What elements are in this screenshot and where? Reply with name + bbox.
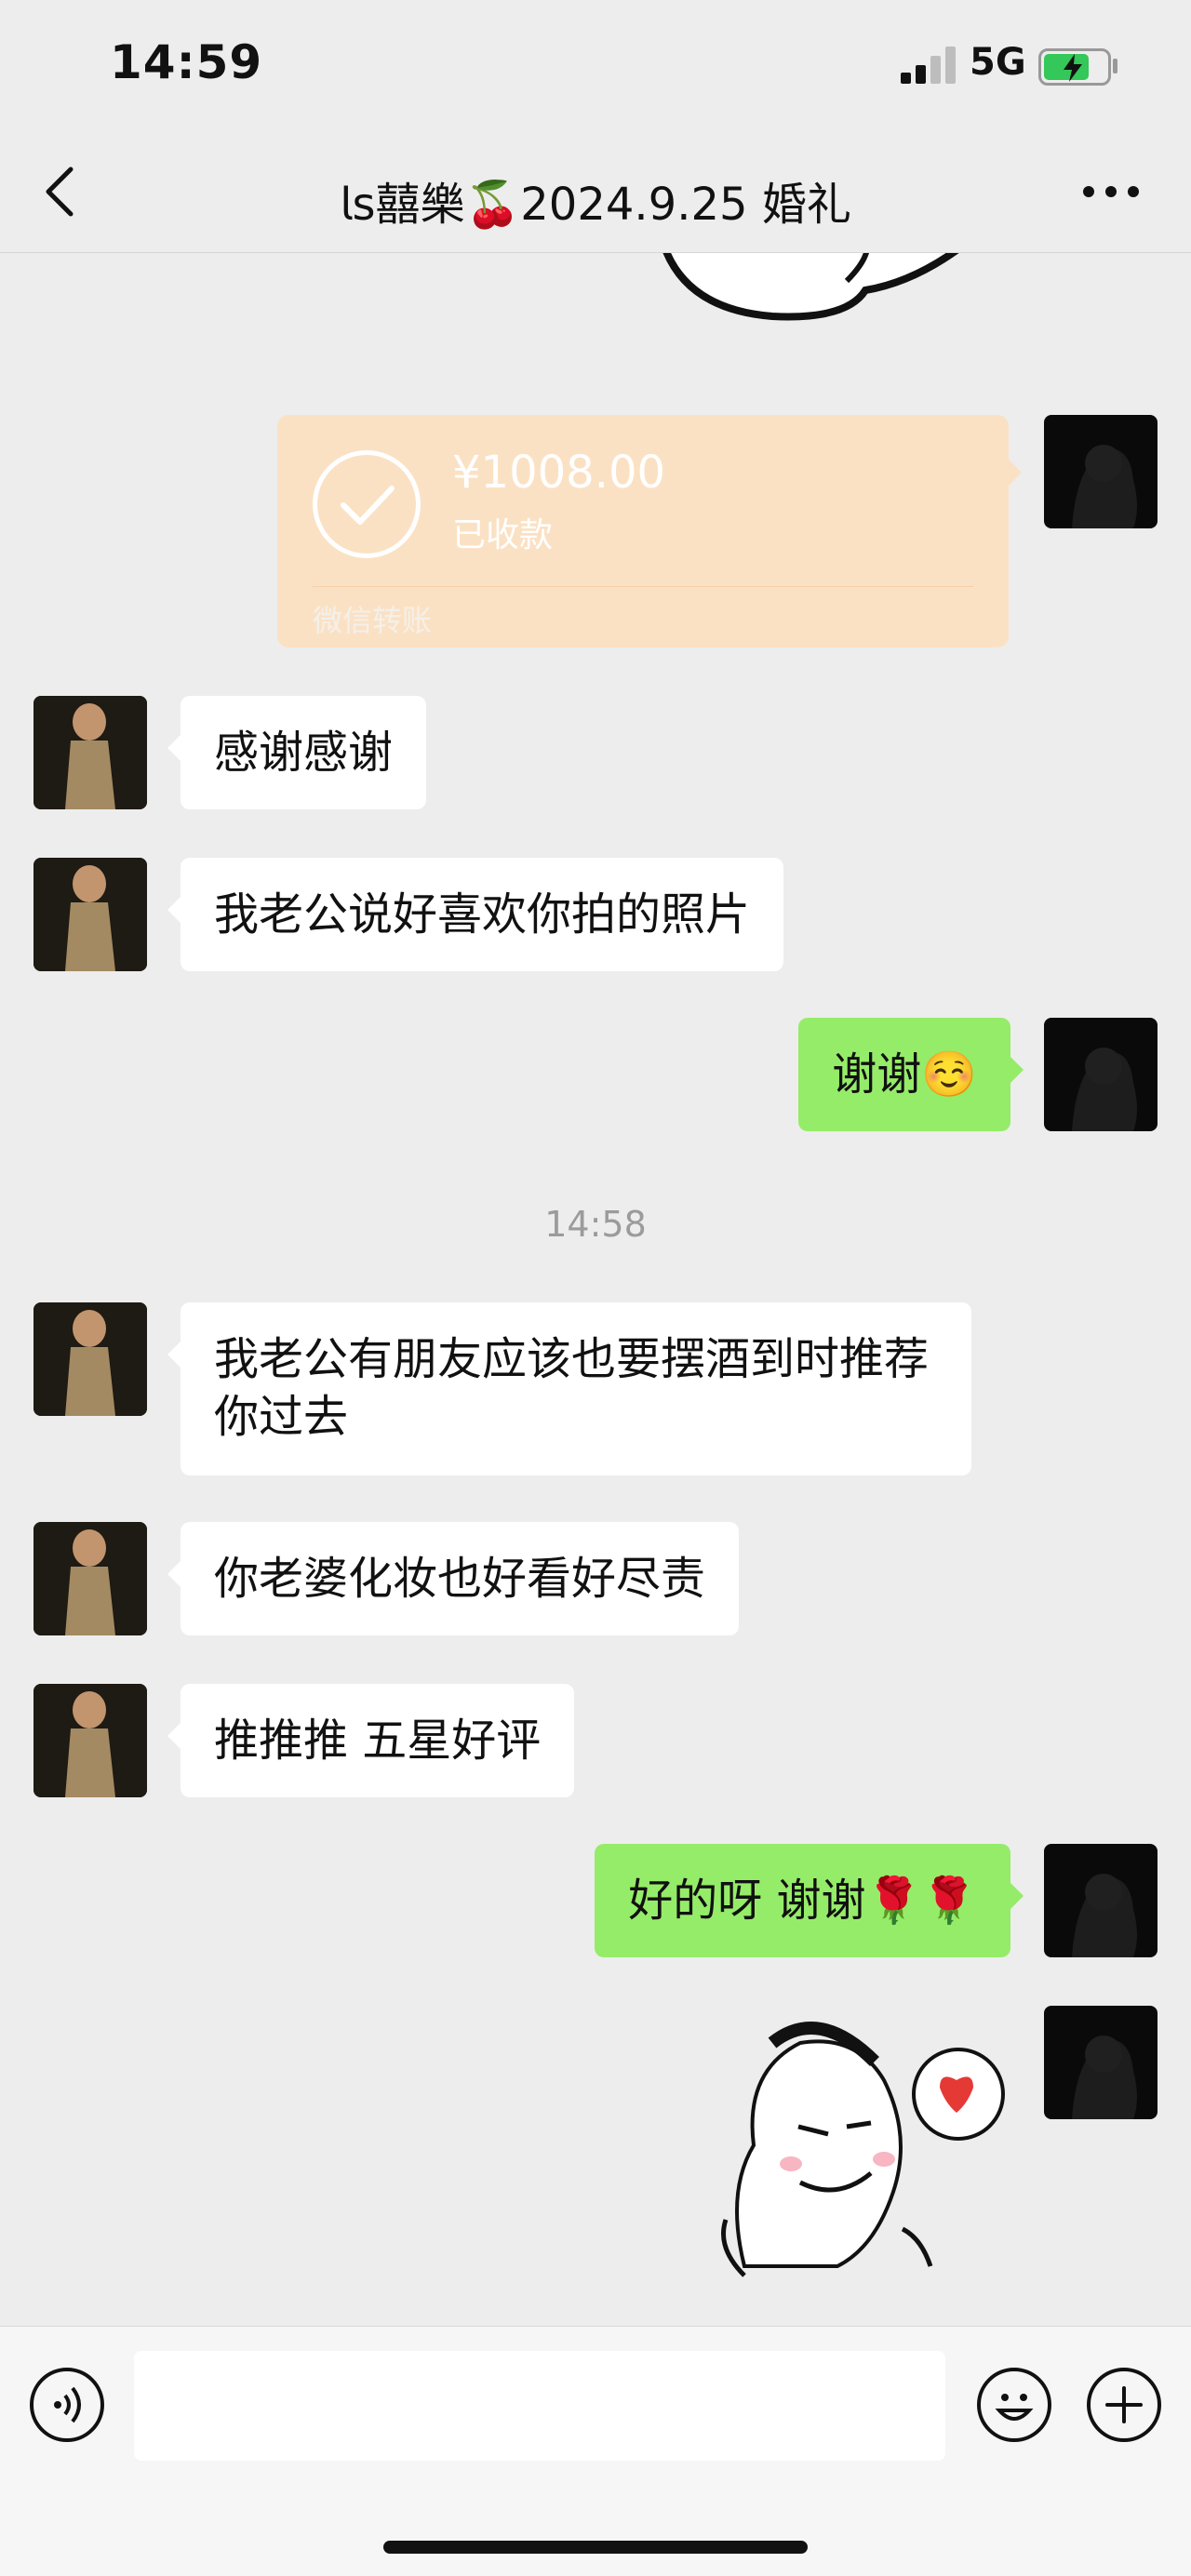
- emoji-icon: [995, 2394, 1034, 2421]
- my-avatar[interactable]: [1044, 415, 1158, 528]
- my-avatar[interactable]: [1044, 1018, 1158, 1131]
- my-avatar[interactable]: [1044, 2006, 1158, 2119]
- message-bubble[interactable]: 推推推 五星好评: [167, 1684, 575, 1797]
- plus-button[interactable]: [1087, 2368, 1161, 2442]
- message-list[interactable]: ¥1008.00 已收款 微信转账 感谢感谢 我老公说好喜欢你拍的照片 谢谢☺️…: [0, 253, 1191, 2326]
- time-divider: 14:58: [544, 1204, 647, 1245]
- message-bubble[interactable]: 感谢感谢: [167, 696, 427, 809]
- contact-avatar[interactable]: [33, 1302, 147, 1416]
- input-bar: [0, 2326, 1191, 2576]
- transfer-status: 已收款: [452, 516, 554, 554]
- status-bar: 14:59 5G: [0, 0, 1191, 130]
- transfer-card[interactable]: ¥1008.00 已收款 微信转账: [277, 415, 1022, 647]
- plus-icon: [1105, 2386, 1143, 2423]
- contact-avatar[interactable]: [33, 696, 147, 809]
- transfer-footer: 微信转账: [313, 603, 433, 638]
- sticker-cartoon-partial[interactable]: [642, 253, 1014, 324]
- battery-icon: [1038, 48, 1111, 86]
- contact-avatar[interactable]: [33, 1522, 147, 1635]
- signal-icon: [901, 47, 958, 84]
- transfer-amount: ¥1008.00: [452, 447, 666, 499]
- contact-avatar[interactable]: [33, 858, 147, 971]
- network-type: 5G: [970, 41, 1026, 84]
- chat-title: 𝗅𝗌囍樂🍒2024.9.25 婚礼: [340, 179, 851, 231]
- message-bubble[interactable]: 我老公有朋友应该也要摆酒到时推荐你过去: [167, 1302, 971, 1475]
- voice-icon: [54, 2386, 81, 2423]
- contact-avatar[interactable]: [33, 1684, 147, 1797]
- sticker-heart-meme[interactable]: [689, 2006, 1014, 2285]
- message-bubble[interactable]: 好的呀 谢谢🌹🌹: [595, 1844, 1024, 1957]
- check-circle-icon: [313, 450, 421, 558]
- more-button[interactable]: [1083, 186, 1143, 199]
- message-bubble[interactable]: 你老婆化妆也好看好尽责: [167, 1522, 740, 1635]
- status-time: 14:59: [110, 35, 263, 89]
- chat-header: 𝗅𝗌囍樂🍒2024.9.25 婚礼: [0, 130, 1191, 253]
- message-bubble[interactable]: 谢谢☺️: [798, 1018, 1024, 1131]
- battery-tip: [1113, 59, 1117, 73]
- emoji-button[interactable]: [977, 2368, 1051, 2442]
- home-indicator: [383, 2541, 808, 2554]
- more-dots-icon: [1083, 186, 1094, 197]
- voice-button[interactable]: [30, 2368, 104, 2442]
- my-avatar[interactable]: [1044, 1844, 1158, 1957]
- message-bubble[interactable]: 我老公说好喜欢你拍的照片: [167, 858, 784, 971]
- message-input[interactable]: [134, 2351, 945, 2461]
- divider: [313, 586, 973, 587]
